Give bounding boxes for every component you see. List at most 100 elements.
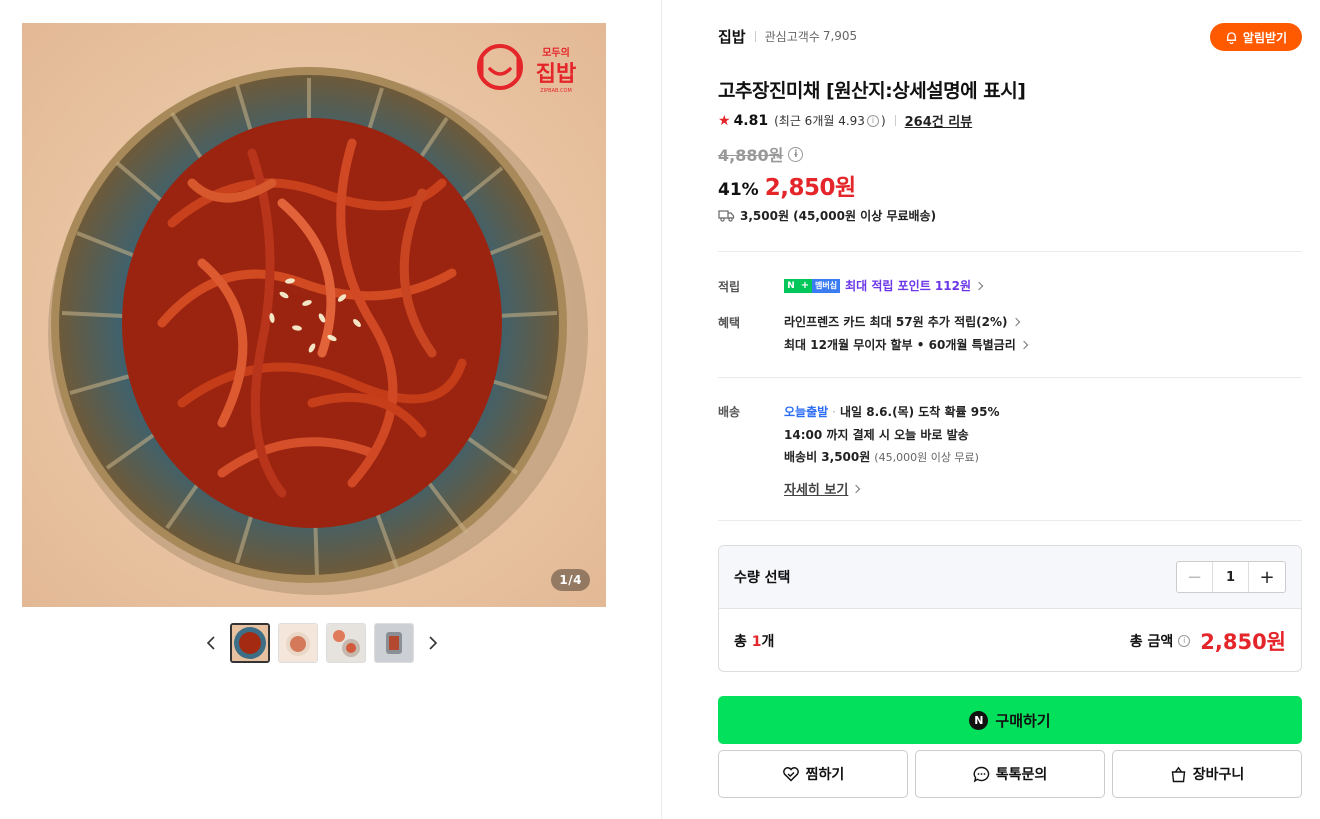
thumb-prev-button[interactable] bbox=[200, 623, 222, 663]
buy-label: 구매하기 bbox=[995, 711, 1051, 730]
price-row: 41% 2,850원 bbox=[718, 168, 856, 202]
buy-button[interactable]: N 구매하기 bbox=[718, 696, 1302, 744]
quantity-header: 수량 선택 − 1 + bbox=[719, 546, 1301, 609]
cart-label: 장바구니 bbox=[1192, 767, 1245, 783]
decrease-button[interactable]: − bbox=[1177, 562, 1213, 592]
perk-card-text: 라인프렌즈 카드 최대 57원 추가 적립(2%) bbox=[784, 315, 1008, 329]
star-icon: ★ bbox=[718, 112, 731, 129]
brand-logo-top: 모두의 bbox=[542, 46, 570, 59]
total-count: 총 1개 bbox=[734, 631, 774, 651]
chevron-right-icon bbox=[429, 636, 438, 650]
info-icon[interactable]: i bbox=[1178, 634, 1191, 647]
npay-badge-member: 멤버십 bbox=[812, 278, 841, 293]
column-divider bbox=[661, 0, 662, 819]
separator bbox=[894, 115, 896, 126]
info-icon[interactable]: i bbox=[866, 114, 879, 127]
food-photo bbox=[22, 23, 606, 607]
chevron-right-icon bbox=[1011, 317, 1020, 326]
chevron-left-icon bbox=[206, 636, 215, 650]
store-name[interactable]: 집밥 bbox=[718, 26, 746, 47]
talk-label: 톡톡문의 bbox=[995, 767, 1048, 783]
thumbnail-1[interactable] bbox=[230, 623, 270, 663]
secondary-actions: 찜하기 톡톡문의 장바구니 bbox=[718, 750, 1302, 798]
wish-button[interactable]: 찜하기 bbox=[718, 750, 908, 798]
total-prefix: 총 bbox=[734, 633, 752, 650]
store-row: 집밥 관심고객수 7,905 bbox=[718, 26, 857, 46]
total-amount-label: 총 금액 bbox=[1129, 633, 1174, 650]
total-suffix: 개 bbox=[761, 633, 775, 650]
delivery-fee-note: (45,000원 이상 무료) bbox=[874, 450, 979, 464]
shipping-text: 3,500원 (45,000원 이상 무료배송) bbox=[740, 209, 937, 223]
chevron-right-icon bbox=[974, 281, 984, 290]
today-dispatch-badge: 오늘출발 bbox=[784, 405, 829, 419]
heart-check-icon bbox=[782, 767, 799, 782]
perk-installment-text: 최대 12개월 무이자 할부 • 60개월 특별금리 bbox=[784, 338, 1016, 352]
perk-installment[interactable]: 최대 12개월 무이자 할부 • 60개월 특별금리 bbox=[784, 336, 1028, 353]
delivery-label: 배송 bbox=[718, 405, 741, 419]
separator bbox=[754, 30, 756, 42]
points-row[interactable]: N + 멤버십 최대 적립 포인트 112원 bbox=[784, 277, 984, 294]
arrival-text: 내일 8.6.(목) 도착 확률 95% bbox=[840, 405, 1000, 419]
separator: · bbox=[832, 404, 836, 419]
thumbnail-3[interactable] bbox=[326, 623, 366, 663]
wish-label: 찜하기 bbox=[805, 767, 845, 783]
quantity-box: 수량 선택 − 1 + 총 1개 총 금액 i 2,850원 bbox=[718, 545, 1302, 672]
rating-value: 4.81 bbox=[733, 112, 769, 129]
alarm-button[interactable]: 알림받기 bbox=[1210, 23, 1302, 51]
divider bbox=[718, 251, 1302, 252]
quantity-label: 수량 선택 bbox=[734, 570, 791, 586]
product-main-image[interactable]: 모두의 집밥 ZIPBAB.COM 1/4 bbox=[22, 23, 606, 607]
chevron-right-icon bbox=[852, 484, 861, 493]
quantity-total: 총 1개 총 금액 i 2,850원 bbox=[719, 609, 1301, 671]
product-title: 고추장진미채 [원산지:상세설명에 표시] bbox=[718, 80, 1026, 102]
fan-count: 7,905 bbox=[822, 29, 858, 43]
quantity-value[interactable]: 1 bbox=[1213, 562, 1249, 592]
delivery-fee-row: 배송비 3,500원 (45,000원 이상 무료) bbox=[784, 448, 979, 465]
npay-membership-badge: N + 멤버십 bbox=[784, 278, 841, 293]
brand-logo: 모두의 집밥 ZIPBAB.COM bbox=[474, 41, 586, 99]
npay-logo-icon: N bbox=[969, 710, 989, 730]
fan-label: 관심고객수 bbox=[764, 29, 820, 44]
recent-rating: (최근 6개월 4.93 bbox=[774, 114, 865, 128]
image-counter: 1/4 bbox=[551, 569, 590, 591]
points-text: 최대 적립 포인트 112원 bbox=[845, 279, 971, 293]
delivery-detail-label: 자세히 보기 bbox=[784, 483, 849, 498]
info-icon[interactable]: i bbox=[788, 146, 804, 162]
increase-button[interactable]: + bbox=[1249, 562, 1285, 592]
original-price: 4,880원 bbox=[718, 146, 784, 165]
quantity-stepper: − 1 + bbox=[1176, 561, 1286, 593]
total-price: 2,850원 bbox=[1200, 629, 1286, 654]
rating-row: ★ 4.81 (최근 6개월 4.93 i ) 264건 리뷰 bbox=[718, 111, 973, 131]
thumb-next-button[interactable] bbox=[422, 623, 444, 663]
divider bbox=[718, 520, 1302, 521]
perks-label: 혜택 bbox=[718, 316, 741, 330]
alarm-label: 알림받기 bbox=[1242, 30, 1288, 45]
total-count-value: 1 bbox=[751, 633, 762, 650]
perk-card[interactable]: 라인프렌즈 카드 최대 57원 추가 적립(2%) bbox=[784, 313, 1020, 330]
sale-price: 2,850원 bbox=[764, 175, 856, 201]
thumbnail-strip bbox=[200, 622, 444, 664]
delivery-fee: 배송비 3,500원 bbox=[784, 450, 871, 464]
review-count-link[interactable]: 264건 리뷰 bbox=[905, 111, 973, 130]
cart-button[interactable]: 장바구니 bbox=[1112, 750, 1302, 798]
divider bbox=[718, 377, 1302, 378]
total-amount-group: 총 금액 i 2,850원 bbox=[1130, 626, 1286, 656]
brand-logo-sub: ZIPBAB.COM bbox=[540, 88, 572, 94]
chat-bubble-icon bbox=[973, 766, 989, 783]
thumbnail-2[interactable] bbox=[278, 623, 318, 663]
delivery-arrival: 오늘출발 · 내일 8.6.(목) 도착 확률 95% bbox=[784, 403, 1000, 420]
discount-rate: 41% bbox=[718, 180, 759, 200]
bell-plus-icon bbox=[1226, 31, 1237, 44]
truck-icon bbox=[718, 210, 735, 222]
shipping-summary: 3,500원 (45,000원 이상 무료배송) bbox=[718, 207, 936, 224]
npay-badge-plus: + bbox=[798, 278, 812, 293]
original-price-row: 4,880원 i bbox=[718, 142, 805, 166]
delivery-detail-link[interactable]: 자세히 보기 bbox=[784, 479, 861, 498]
talk-inquiry-button[interactable]: 톡톡문의 bbox=[915, 750, 1105, 798]
chevron-right-icon bbox=[1019, 340, 1028, 349]
delivery-cutoff: 14:00 까지 결제 시 오늘 바로 발송 bbox=[784, 428, 969, 442]
thumbnail-4[interactable] bbox=[374, 623, 414, 663]
shopping-bag-icon bbox=[1171, 766, 1186, 782]
points-label: 적립 bbox=[718, 280, 741, 294]
npay-badge-n: N bbox=[784, 278, 798, 293]
